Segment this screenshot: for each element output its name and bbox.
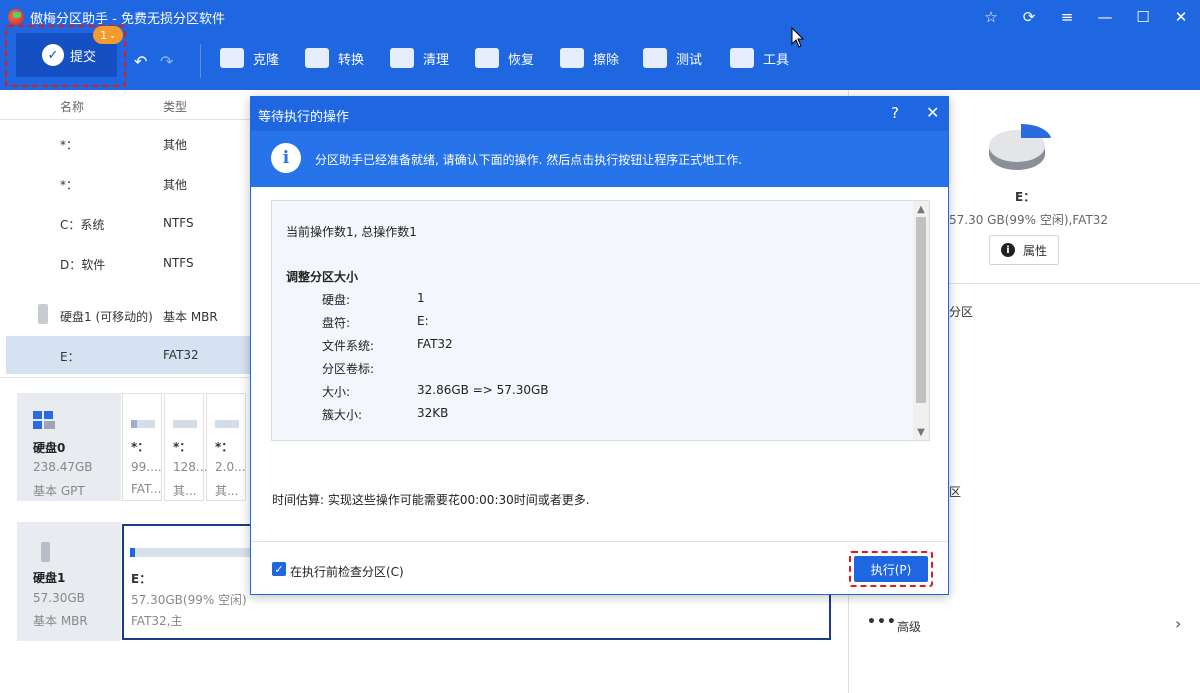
detail-value: 32.86GB => 57.30GB	[417, 383, 549, 397]
detail-key: 分区卷标:	[322, 362, 375, 376]
wipe-icon	[560, 48, 584, 68]
dialog-close-icon[interactable]: ✕	[926, 103, 939, 122]
tree-row[interactable]: *： 其他	[6, 124, 250, 162]
vertical-scrollbar[interactable]: ▲ ▼	[913, 201, 929, 440]
detail-value: E:	[417, 314, 429, 328]
tree-row-disk1[interactable]: 硬盘1 (可移动的) 基本 MBR	[6, 296, 250, 334]
app-logo-icon	[8, 9, 24, 25]
partition-fs: FAT32,主	[131, 614, 183, 628]
tree-header: 名称 类型	[0, 90, 250, 120]
scroll-up-icon[interactable]: ▲	[913, 201, 929, 217]
col-type-header[interactable]: 类型	[163, 98, 187, 115]
dialog-footer: ✓ 在执行前检查分区(C) 执行(P)	[251, 541, 948, 594]
dialog-title: 等待执行的操作	[258, 110, 350, 125]
usb-drive-icon	[38, 304, 48, 324]
usage-bar	[130, 548, 250, 557]
minimize-button[interactable]: —	[1086, 0, 1124, 34]
dialog-titlebar: 等待执行的操作 ? ✕	[251, 97, 948, 131]
pending-operations-dialog: 等待执行的操作 ? ✕ i 分区助手已经准备就绪, 请确认下面的操作. 然后点击…	[250, 96, 949, 595]
usb-drive-icon	[41, 542, 50, 562]
refresh-icon[interactable]: ⟳	[1010, 0, 1048, 34]
info-icon: i	[271, 143, 301, 173]
check-partition-checkbox[interactable]: ✓	[272, 562, 286, 576]
disk0-card[interactable]: 硬盘0 238.47GB 基本 GPT	[17, 393, 121, 501]
section-partition[interactable]: 分区	[949, 303, 973, 320]
detail-key: 盘符:	[322, 316, 351, 330]
tree-row[interactable]: D：软件 NTFS	[6, 244, 250, 282]
time-estimate: 时间估算: 实现这些操作可能需要花00:00:30时间或者更多.	[272, 493, 590, 507]
checkbox-label[interactable]: 在执行前检查分区(C)	[290, 563, 404, 580]
tool-wipe[interactable]: 擦除	[560, 48, 619, 68]
clone-icon	[220, 48, 244, 68]
chevron-right-icon[interactable]: ›	[1175, 614, 1181, 633]
advanced-label[interactable]: 高级	[897, 618, 921, 635]
tool-recover[interactable]: 恢复	[475, 48, 534, 68]
tool-clone[interactable]: 克隆	[220, 48, 279, 68]
partition-block[interactable]: *： 128... 其...	[164, 393, 207, 501]
star-icon[interactable]: ☆	[972, 0, 1010, 34]
disk-icon	[33, 411, 55, 429]
window-title: 傲梅分区助手 - 免费无损分区软件	[30, 11, 225, 27]
submit-highlight: ✓ 提交 1 ⌄	[5, 25, 126, 87]
execute-button[interactable]: 执行(P)	[854, 556, 928, 582]
help-icon[interactable]: ?	[891, 104, 899, 122]
partition-block[interactable]: *： 2.0... 其...	[206, 393, 246, 501]
title-bar: 傲梅分区助手 - 免费无损分区软件 ☆ ⟳ ≡ — ☐ ✕	[0, 0, 1200, 34]
drive-label: E：	[1015, 190, 1036, 204]
tool-test[interactable]: 测试	[643, 48, 702, 68]
tools-icon	[730, 48, 754, 68]
undo-icon[interactable]: ↶	[134, 52, 147, 71]
operation-count: 当前操作数1, 总操作数1	[286, 225, 417, 239]
partition-block[interactable]: *： 99.... FAT...	[122, 393, 162, 501]
detail-key: 文件系统:	[322, 339, 375, 353]
submit-label: 提交	[70, 49, 97, 65]
clean-icon	[390, 48, 414, 68]
drive-info: 57.30 GB(99% 空闲),FAT32	[949, 213, 1109, 227]
info-text: 分区助手已经准备就绪, 请确认下面的操作. 然后点击执行按钮让程序正式地工作.	[315, 153, 743, 167]
section-disk[interactable]: 区	[949, 483, 961, 500]
tree-row[interactable]: *： 其他	[6, 164, 250, 202]
more-icon: •••	[867, 614, 897, 630]
col-name-header[interactable]: 名称	[60, 98, 84, 115]
check-icon: ✓	[42, 44, 64, 66]
operations-list[interactable]: 当前操作数1, 总操作数1 调整分区大小 硬盘: 1 盘符: E: 文件系统: …	[271, 200, 930, 441]
partition-size: 57.30GB(99% 空闲)	[131, 593, 247, 607]
detail-value: FAT32	[417, 337, 453, 351]
convert-icon	[305, 48, 329, 68]
properties-button[interactable]: i 属性	[989, 235, 1059, 265]
redo-icon[interactable]: ↷	[160, 52, 173, 71]
execute-highlight: 执行(P)	[849, 551, 933, 587]
scroll-thumb[interactable]	[916, 217, 926, 403]
pending-count-badge: 1 ⌄	[93, 26, 123, 44]
tool-tools[interactable]: 工具	[730, 48, 789, 68]
test-icon	[643, 48, 667, 68]
maximize-button[interactable]: ☐	[1124, 0, 1162, 34]
recover-icon	[475, 48, 499, 68]
partition-label: E：	[131, 572, 152, 586]
info-icon: i	[1000, 243, 1015, 257]
menu-icon[interactable]: ≡	[1048, 0, 1086, 34]
tool-clean[interactable]: 清理	[390, 48, 449, 68]
detail-value: 32KB	[417, 406, 449, 420]
detail-key: 簇大小:	[322, 408, 363, 422]
dialog-info-banner: i 分区助手已经准备就绪, 请确认下面的操作. 然后点击执行按钮让程序正式地工作…	[251, 131, 948, 187]
toolbar-divider	[200, 44, 201, 78]
tree-row-selected[interactable]: E： FAT32	[6, 336, 250, 374]
disk1-card[interactable]: 硬盘1 57.30GB 基本 MBR	[17, 522, 121, 641]
operation-title: 调整分区大小	[286, 270, 359, 284]
detail-value: 1	[417, 291, 425, 305]
mouse-cursor-icon	[791, 27, 805, 48]
tree-row[interactable]: C：系统 NTFS	[6, 204, 250, 242]
close-button[interactable]: ✕	[1162, 0, 1200, 34]
detail-key: 大小:	[322, 385, 351, 399]
scroll-down-icon[interactable]: ▼	[913, 424, 929, 440]
detail-key: 硬盘:	[322, 293, 351, 307]
pie-chart-icon	[989, 124, 1051, 170]
tool-convert[interactable]: 转换	[305, 48, 364, 68]
